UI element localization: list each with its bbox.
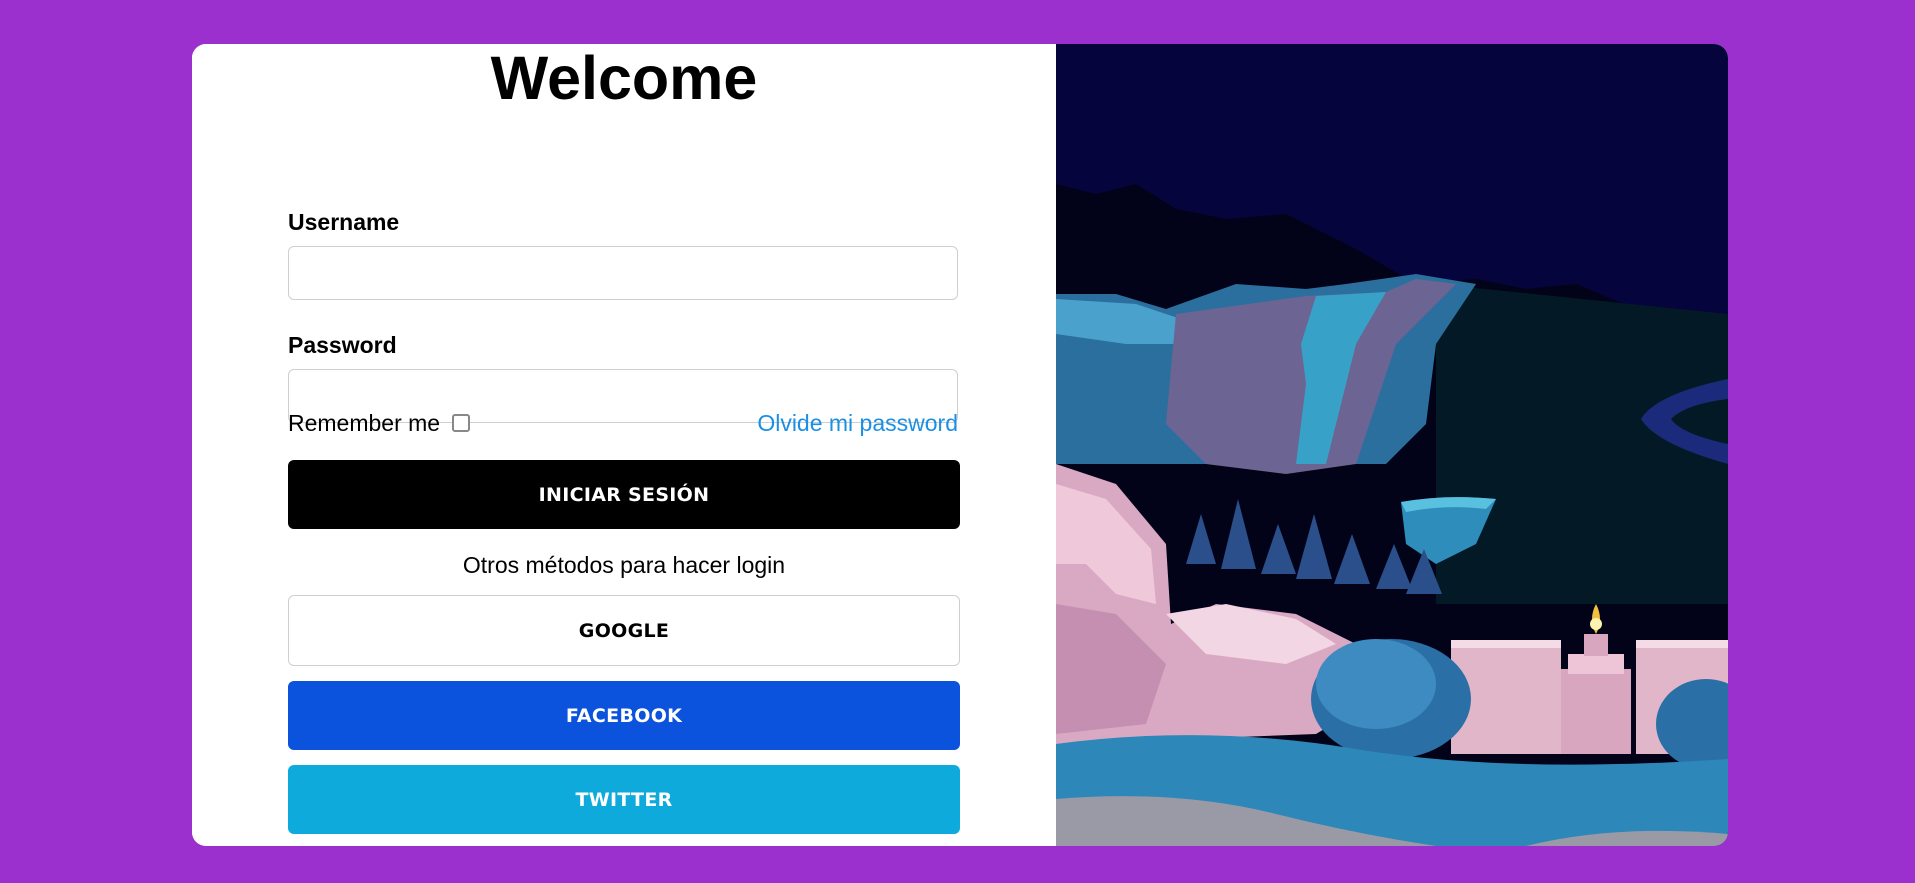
illustration bbox=[1056, 44, 1728, 846]
twitter-login-button[interactable]: TWITTER bbox=[288, 765, 960, 834]
landscape-illustration bbox=[1056, 44, 1728, 846]
username-label: Username bbox=[288, 209, 400, 235]
remember-me: Remember me bbox=[288, 406, 471, 440]
login-card: Welcome Username Password Remember me Ol… bbox=[192, 44, 1728, 846]
facebook-login-button[interactable]: FACEBOOK bbox=[288, 681, 960, 750]
login-form: Welcome Username Password Remember me Ol… bbox=[192, 44, 1056, 846]
username-input[interactable] bbox=[288, 246, 958, 300]
remember-me-checkbox[interactable] bbox=[452, 414, 471, 432]
forgot-password-link[interactable]: Olvide mi password bbox=[757, 406, 958, 440]
page-title: Welcome bbox=[490, 44, 758, 112]
remember-me-label: Remember me bbox=[288, 409, 441, 436]
login-button[interactable]: INICIAR SESIÓN bbox=[288, 460, 960, 529]
password-label: Password bbox=[288, 332, 397, 358]
google-login-button[interactable]: GOOGLE bbox=[288, 595, 960, 666]
other-methods-text: Otros métodos para hacer login bbox=[462, 552, 786, 578]
